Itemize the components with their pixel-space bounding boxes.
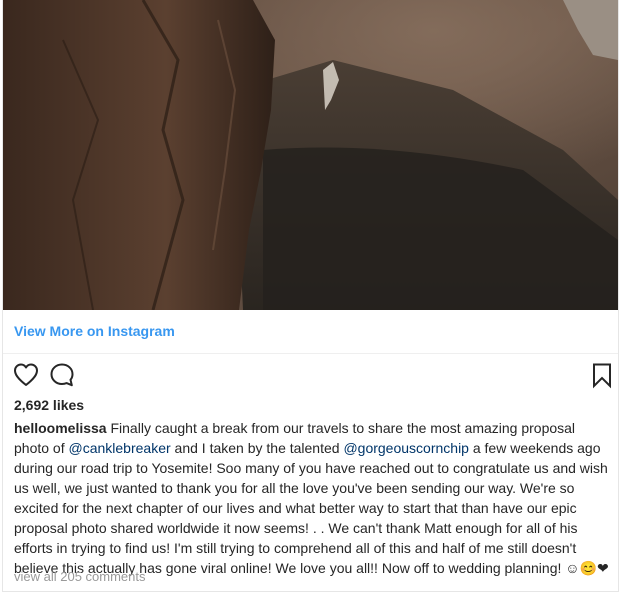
yosemite-valley-image xyxy=(3,0,618,310)
view-more-link[interactable]: View More on Instagram xyxy=(14,323,175,339)
caption-emoji: ☺😊❤ xyxy=(565,560,609,576)
save-button[interactable] xyxy=(587,360,617,390)
instagram-embed: View More on Instagram 2,692 likes hello… xyxy=(2,0,619,592)
caption-username[interactable]: helloomelissa xyxy=(14,420,107,436)
caption-mention-2[interactable]: @gorgeouscornchip xyxy=(343,440,469,456)
like-button[interactable] xyxy=(11,360,41,390)
post-caption: helloomelissa Finally caught a break fro… xyxy=(14,418,611,578)
view-comments-link[interactable]: view all 205 comments xyxy=(14,569,146,584)
bookmark-icon xyxy=(593,363,611,389)
view-more-bar: View More on Instagram xyxy=(3,310,618,354)
likes-count[interactable]: 2,692 likes xyxy=(14,397,84,413)
comment-button[interactable] xyxy=(47,360,77,390)
post-photo[interactable] xyxy=(3,0,618,310)
caption-text-2: and I taken by the talented xyxy=(170,440,344,456)
speech-bubble-icon xyxy=(50,363,74,387)
heart-outline-icon xyxy=(14,363,38,386)
action-bar xyxy=(3,358,618,394)
caption-text-3: a few weekends ago during our road trip … xyxy=(14,440,608,576)
caption-mention-1[interactable]: @canklebreaker xyxy=(69,440,171,456)
